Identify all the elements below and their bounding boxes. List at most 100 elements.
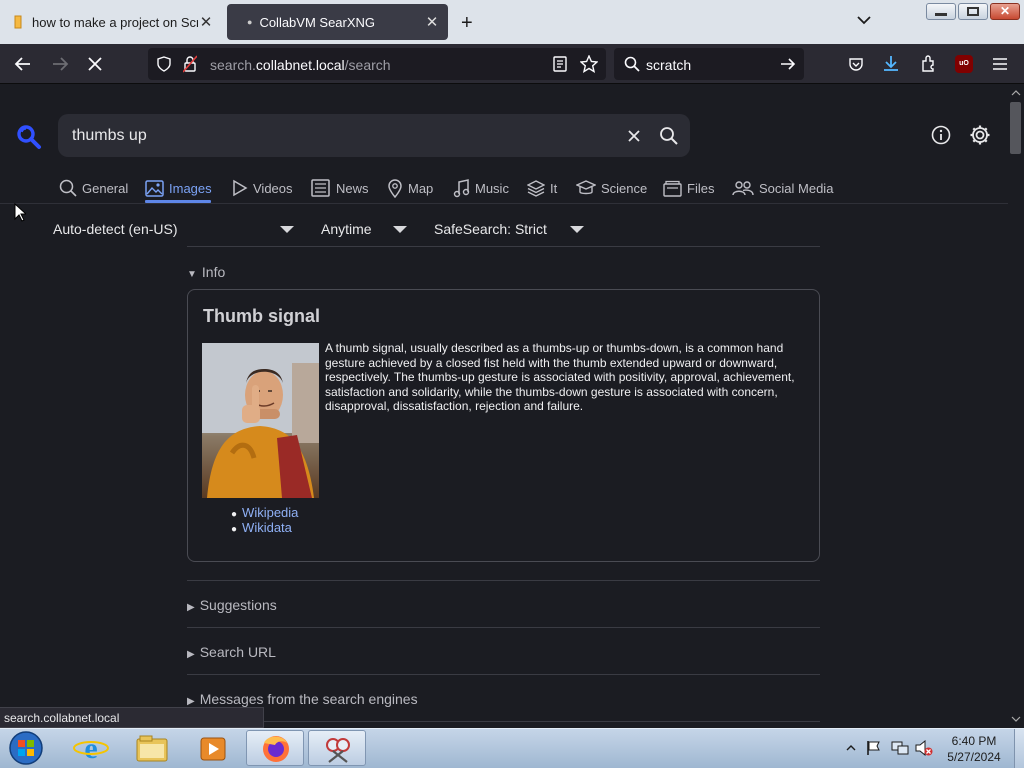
info-icon[interactable] bbox=[931, 125, 951, 145]
bookmark-star-icon[interactable] bbox=[580, 55, 598, 73]
browser-search-bar[interactable] bbox=[614, 48, 804, 80]
safesearch-select[interactable]: SafeSearch: Strict bbox=[434, 221, 547, 237]
back-icon[interactable] bbox=[14, 56, 32, 72]
category-images[interactable]: Images bbox=[145, 177, 212, 199]
insecure-lock-icon[interactable] bbox=[183, 55, 197, 73]
scroll-up-icon[interactable] bbox=[1011, 90, 1021, 96]
reader-view-icon[interactable] bbox=[553, 56, 567, 72]
link-label[interactable]: Wikidata bbox=[242, 520, 292, 535]
action-center-flag-icon[interactable] bbox=[866, 740, 882, 756]
minimize-button[interactable] bbox=[926, 3, 956, 20]
new-tab-button[interactable]: + bbox=[461, 12, 473, 35]
ublock-origin-icon[interactable]: uO bbox=[955, 55, 973, 73]
tab-scratch-project[interactable]: how to make a project on Scratch ✕ bbox=[0, 4, 222, 40]
category-music[interactable]: Music bbox=[453, 177, 509, 199]
url-text[interactable]: search.collabnet.local/search bbox=[210, 57, 391, 73]
category-label: It bbox=[550, 180, 558, 196]
divider bbox=[187, 674, 820, 675]
section-label: Search URL bbox=[199, 644, 276, 660]
searxng-logo-icon[interactable] bbox=[16, 124, 42, 150]
taskbar-explorer[interactable] bbox=[122, 730, 180, 766]
start-button[interactable] bbox=[6, 730, 46, 766]
show-desktop-button[interactable] bbox=[1014, 729, 1024, 768]
browser-search-input[interactable]: scratch bbox=[646, 57, 691, 73]
close-tab-icon[interactable]: ✕ bbox=[424, 14, 440, 31]
category-news[interactable]: News bbox=[311, 177, 369, 199]
divider bbox=[187, 246, 820, 247]
category-general[interactable]: General bbox=[59, 177, 128, 199]
taskbar-firefox[interactable] bbox=[246, 730, 304, 766]
engine-messages-toggle[interactable]: ▶ Messages from the search engines bbox=[187, 691, 418, 707]
search-icon bbox=[624, 56, 640, 72]
category-label: Science bbox=[601, 180, 648, 196]
science-icon bbox=[576, 180, 596, 195]
network-icon[interactable] bbox=[891, 740, 909, 756]
chevron-down-icon[interactable] bbox=[393, 226, 407, 233]
category-social-media[interactable]: Social Media bbox=[732, 177, 833, 199]
stop-loading-icon[interactable] bbox=[88, 57, 102, 71]
taskbar-internet-explorer[interactable]: e bbox=[62, 730, 120, 766]
hamburger-menu-icon[interactable] bbox=[992, 57, 1008, 71]
search-submit-icon[interactable] bbox=[659, 126, 679, 146]
category-label: Social Media bbox=[759, 180, 834, 196]
scroll-down-icon[interactable] bbox=[1011, 716, 1021, 722]
bullet-icon: ● bbox=[231, 509, 238, 520]
category-label: Files bbox=[687, 180, 715, 196]
thumbs-up-person-image bbox=[202, 343, 319, 498]
divider bbox=[187, 627, 820, 628]
show-hidden-icons-icon[interactable] bbox=[846, 744, 856, 752]
folder-icon bbox=[136, 735, 168, 762]
snipping-tool-icon bbox=[326, 738, 350, 763]
chevron-down-icon[interactable] bbox=[570, 226, 584, 233]
go-arrow-icon[interactable] bbox=[780, 57, 796, 71]
divider bbox=[187, 580, 820, 581]
triangle-right-icon: ▶ bbox=[187, 602, 195, 613]
category-files[interactable]: Files bbox=[663, 177, 714, 199]
play-icon bbox=[233, 179, 248, 197]
window-close-button[interactable]: ✕ bbox=[990, 3, 1020, 20]
info-toggle[interactable]: ▼ Info bbox=[187, 264, 225, 280]
volume-muted-icon[interactable] bbox=[915, 740, 933, 756]
system-clock[interactable]: 6:40 PM 5/27/2024 bbox=[938, 733, 1010, 765]
taskbar-snipping-tool[interactable] bbox=[308, 730, 366, 766]
restore-button[interactable] bbox=[958, 3, 988, 20]
search-url-toggle[interactable]: ▶ Search URL bbox=[187, 644, 276, 660]
search-query-input[interactable]: thumbs up bbox=[72, 127, 147, 145]
page-favicon-icon bbox=[14, 15, 22, 29]
category-label: Videos bbox=[253, 180, 293, 196]
downloads-icon[interactable] bbox=[883, 55, 899, 72]
newspaper-icon bbox=[311, 179, 330, 197]
page-scrollbar[interactable] bbox=[1008, 85, 1024, 727]
infobox-link-wikipedia[interactable]: ● Wikipedia bbox=[231, 505, 298, 520]
infobox-image[interactable] bbox=[202, 343, 319, 498]
active-category-underline bbox=[145, 200, 211, 203]
chevron-down-icon[interactable] bbox=[280, 226, 294, 233]
tab-collabvm-searxng[interactable]: ● CollabVM SearXNG ✕ bbox=[227, 4, 448, 40]
media-player-icon bbox=[200, 737, 226, 761]
category-map[interactable]: Map bbox=[387, 177, 433, 199]
category-videos[interactable]: Videos bbox=[232, 177, 293, 199]
category-it[interactable]: It bbox=[527, 177, 557, 199]
suggestions-toggle[interactable]: ▶ Suggestions bbox=[187, 597, 277, 613]
people-icon bbox=[732, 181, 754, 196]
language-select[interactable]: Auto-detect (en-US) bbox=[53, 221, 178, 237]
shield-icon[interactable] bbox=[157, 56, 171, 72]
category-divider bbox=[0, 203, 1008, 204]
taskbar-media-player[interactable] bbox=[183, 730, 241, 766]
link-label[interactable]: Wikipedia bbox=[242, 505, 298, 520]
list-all-tabs-icon[interactable] bbox=[857, 15, 871, 25]
close-tab-icon[interactable]: ✕ bbox=[198, 14, 214, 31]
internet-explorer-icon: e bbox=[73, 732, 109, 765]
category-label: News bbox=[336, 180, 369, 196]
time-range-select[interactable]: Anytime bbox=[321, 221, 372, 237]
firefox-icon bbox=[263, 736, 289, 762]
pocket-icon[interactable] bbox=[848, 56, 864, 72]
search-query-box[interactable] bbox=[58, 114, 690, 157]
category-science[interactable]: Science bbox=[576, 177, 647, 199]
section-label: Messages from the search engines bbox=[199, 691, 418, 707]
clear-query-icon[interactable] bbox=[627, 129, 641, 143]
scrollbar-thumb[interactable] bbox=[1010, 102, 1021, 154]
settings-gear-icon[interactable] bbox=[969, 124, 991, 146]
extensions-icon[interactable] bbox=[920, 55, 937, 72]
infobox-link-wikidata[interactable]: ● Wikidata bbox=[231, 520, 292, 535]
